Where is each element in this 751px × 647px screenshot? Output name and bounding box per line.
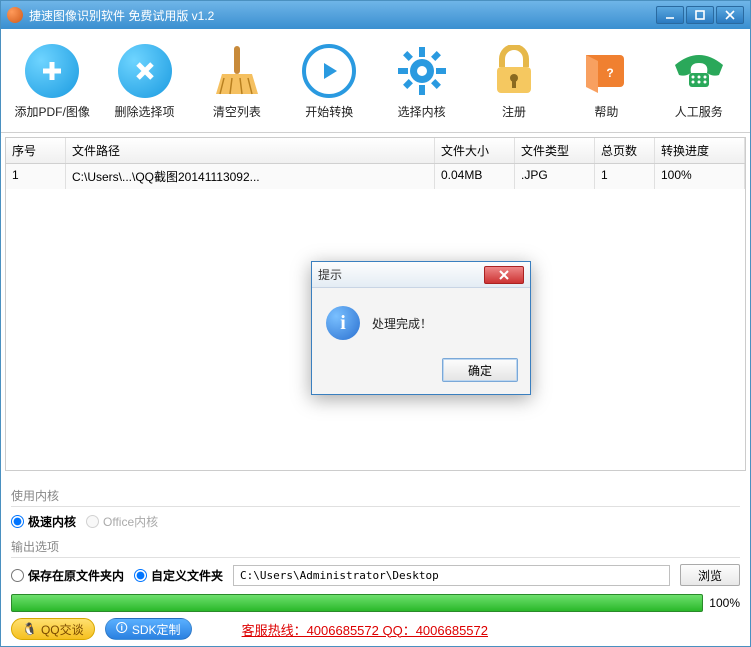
ok-button[interactable]: 确定 bbox=[442, 358, 518, 382]
custom-folder-label: 自定义文件夹 bbox=[151, 567, 223, 584]
fast-engine-input[interactable] bbox=[11, 515, 24, 528]
col-pages[interactable]: 总页数 bbox=[595, 138, 655, 163]
custom-folder-radio[interactable]: 自定义文件夹 bbox=[134, 567, 223, 584]
hotline-link[interactable]: 客服热线：4006685572 QQ：4006685572 bbox=[242, 620, 488, 639]
output-path-field[interactable]: C:\Users\Administrator\Desktop bbox=[233, 565, 670, 586]
add-file-button[interactable]: 添加PDF/图像 bbox=[9, 39, 95, 124]
col-size[interactable]: 文件大小 bbox=[435, 138, 515, 163]
separator bbox=[11, 506, 740, 507]
cell-type: .JPG bbox=[515, 164, 595, 189]
start-button[interactable]: 开始转换 bbox=[286, 39, 372, 124]
progress-row: 100% bbox=[11, 594, 740, 612]
delete-button[interactable]: 删除选择项 bbox=[101, 39, 187, 124]
progress-bar bbox=[11, 594, 703, 612]
x-icon bbox=[117, 43, 173, 99]
plus-icon bbox=[24, 43, 80, 99]
broom-icon bbox=[209, 43, 265, 99]
info-dialog: 提示 i 处理完成！ 确定 bbox=[311, 261, 531, 395]
engine-row: 极速内核 Office内核 bbox=[11, 513, 740, 530]
service-button[interactable]: 人工服务 bbox=[656, 39, 742, 124]
office-engine-input[interactable] bbox=[86, 515, 99, 528]
app-window: 捷速图像识别软件 免费试用版 v1.2 添加PDF/图像 删除选择项 清空列表 bbox=[0, 0, 751, 647]
table-header: 序号 文件路径 文件大小 文件类型 总页数 转换进度 bbox=[6, 138, 745, 164]
same-folder-label: 保存在原文件夹内 bbox=[28, 567, 124, 584]
output-group-label: 输出选项 bbox=[11, 538, 740, 555]
dialog-close-button[interactable] bbox=[484, 266, 524, 284]
same-folder-input[interactable] bbox=[11, 569, 24, 582]
col-path[interactable]: 文件路径 bbox=[66, 138, 435, 163]
sdk-label: SDK定制 bbox=[132, 621, 181, 638]
col-progress[interactable]: 转换进度 bbox=[655, 138, 745, 163]
dialog-message: 处理完成！ bbox=[372, 315, 432, 332]
app-icon bbox=[7, 7, 23, 23]
delete-label: 删除选择项 bbox=[115, 103, 175, 120]
cell-size: 0.04MB bbox=[435, 164, 515, 189]
help-icon: ? bbox=[578, 43, 634, 99]
bottom-panel: 使用内核 极速内核 Office内核 输出选项 保存在原文件夹内 自定义文件夹 bbox=[1, 475, 750, 646]
engine-group-label: 使用内核 bbox=[11, 487, 740, 504]
phone-icon bbox=[671, 43, 727, 99]
titlebar: 捷速图像识别软件 免费试用版 v1.2 bbox=[1, 1, 750, 29]
close-button[interactable] bbox=[716, 6, 744, 24]
svg-text:?: ? bbox=[607, 66, 614, 80]
add-file-label: 添加PDF/图像 bbox=[15, 103, 90, 120]
same-folder-radio[interactable]: 保存在原文件夹内 bbox=[11, 567, 124, 584]
output-row: 保存在原文件夹内 自定义文件夹 C:\Users\Administrator\D… bbox=[11, 564, 740, 586]
dialog-title: 提示 bbox=[318, 266, 484, 283]
dialog-actions: 确定 bbox=[312, 350, 530, 394]
play-icon bbox=[301, 43, 357, 99]
info-icon: i bbox=[326, 306, 360, 340]
engine-button[interactable]: 选择内核 bbox=[379, 39, 465, 124]
help-label: 帮助 bbox=[594, 103, 618, 120]
progress-percent: 100% bbox=[709, 596, 740, 610]
register-button[interactable]: 注册 bbox=[471, 39, 557, 124]
cell-index: 1 bbox=[6, 164, 66, 189]
sdk-button[interactable]: 🛈 SDK定制 bbox=[105, 618, 192, 640]
col-index[interactable]: 序号 bbox=[6, 138, 66, 163]
fast-engine-label: 极速内核 bbox=[28, 513, 76, 530]
maximize-button[interactable] bbox=[686, 6, 714, 24]
dialog-titlebar: 提示 bbox=[312, 262, 530, 288]
separator bbox=[11, 557, 740, 558]
window-title: 捷速图像识别软件 免费试用版 v1.2 bbox=[29, 7, 654, 24]
footer-row: 🐧 QQ交谈 🛈 SDK定制 客服热线：4006685572 QQ：400668… bbox=[11, 618, 740, 640]
dialog-body: i 处理完成！ bbox=[312, 288, 530, 350]
qq-chat-label: QQ交谈 bbox=[41, 621, 84, 638]
engine-label: 选择内核 bbox=[398, 103, 446, 120]
minimize-button[interactable] bbox=[656, 6, 684, 24]
cell-path: C:\Users\...\QQ截图20141113092... bbox=[66, 164, 435, 189]
qq-icon: 🐧 bbox=[22, 622, 37, 636]
toolbar: 添加PDF/图像 删除选择项 清空列表 开始转换 选择内核 bbox=[1, 29, 750, 133]
office-engine-radio[interactable]: Office内核 bbox=[86, 513, 158, 530]
custom-folder-input[interactable] bbox=[134, 569, 147, 582]
start-label: 开始转换 bbox=[305, 103, 353, 120]
table-row[interactable]: 1 C:\Users\...\QQ截图20141113092... 0.04MB… bbox=[6, 164, 745, 189]
cell-pages: 1 bbox=[595, 164, 655, 189]
qq-chat-button[interactable]: 🐧 QQ交谈 bbox=[11, 618, 95, 640]
help-button[interactable]: ? 帮助 bbox=[563, 39, 649, 124]
gear-icon bbox=[394, 43, 450, 99]
register-label: 注册 bbox=[502, 103, 526, 120]
clear-button[interactable]: 清空列表 bbox=[194, 39, 280, 124]
cell-progress: 100% bbox=[655, 164, 745, 189]
service-label: 人工服务 bbox=[675, 103, 723, 120]
lock-icon bbox=[486, 43, 542, 99]
browse-button[interactable]: 浏览 bbox=[680, 564, 740, 586]
col-type[interactable]: 文件类型 bbox=[515, 138, 595, 163]
fast-engine-radio[interactable]: 极速内核 bbox=[11, 513, 76, 530]
clear-label: 清空列表 bbox=[213, 103, 261, 120]
office-engine-label: Office内核 bbox=[103, 513, 158, 530]
sdk-icon: 🛈 bbox=[116, 619, 128, 640]
